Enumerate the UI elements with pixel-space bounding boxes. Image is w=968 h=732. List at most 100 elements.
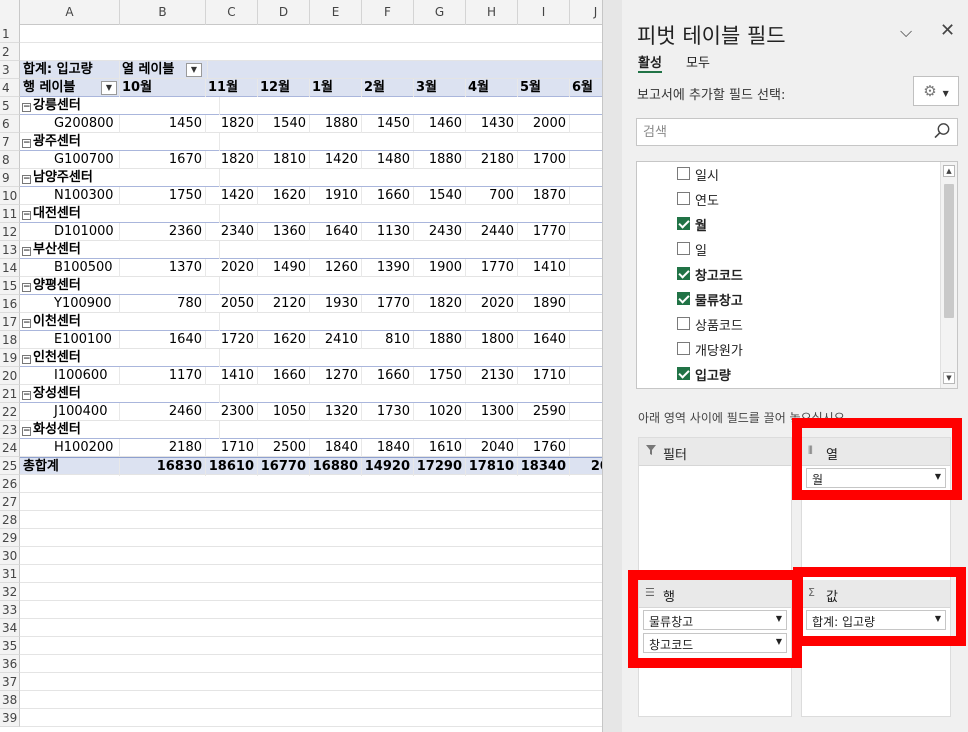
- value-cell[interactable]: 1640: [518, 331, 570, 349]
- value-cell[interactable]: 1880: [414, 331, 466, 349]
- column-header-d[interactable]: D: [258, 0, 310, 25]
- row-header[interactable]: 16: [0, 295, 20, 313]
- values-area[interactable]: Σ 값 합계: 입고량 ▼: [801, 580, 951, 717]
- field-list-scrollbar[interactable]: ▲ ▼: [940, 162, 957, 388]
- row-header[interactable]: 10: [0, 187, 20, 205]
- row-header[interactable]: 22: [0, 403, 20, 421]
- column-header-b[interactable]: B: [120, 0, 206, 25]
- month-header[interactable]: 5월: [518, 79, 570, 97]
- field-list[interactable]: ▲ ▼ 일시 연도 월 일 창고코드 물류창고 상품코드 개당원가 입고량: [636, 161, 958, 389]
- column-header-j[interactable]: J: [570, 0, 602, 25]
- field-checkbox[interactable]: [677, 292, 690, 305]
- row-header[interactable]: 34: [0, 619, 20, 637]
- collapse-icon[interactable]: −: [22, 427, 31, 436]
- column-filter-dropdown-icon[interactable]: ▼: [186, 63, 202, 77]
- field-item[interactable]: 개당원가: [637, 337, 939, 361]
- value-cell[interactable]: 1660: [258, 367, 310, 385]
- value-cell[interactable]: 1420: [310, 151, 362, 169]
- field-item[interactable]: 상품코드: [637, 312, 939, 336]
- value-cell[interactable]: 1390: [362, 259, 414, 277]
- value-cell[interactable]: 1610: [414, 439, 466, 457]
- month-header[interactable]: 4월: [466, 79, 518, 97]
- value-cell[interactable]: 13: [570, 115, 602, 133]
- value-cell[interactable]: 1890: [518, 295, 570, 313]
- value-cell[interactable]: 1370: [120, 259, 206, 277]
- value-cell[interactable]: 1870: [518, 187, 570, 205]
- collapse-icon[interactable]: −: [22, 283, 31, 292]
- value-cell[interactable]: 1710: [206, 439, 258, 457]
- value-cell[interactable]: 14: [570, 367, 602, 385]
- field-item[interactable]: 일: [637, 237, 939, 261]
- row-header[interactable]: 9: [0, 169, 20, 187]
- value-cell[interactable]: 1820: [206, 115, 258, 133]
- value-cell[interactable]: 2360: [120, 223, 206, 241]
- grand-total-cell[interactable]: 18610: [206, 458, 258, 476]
- row-header[interactable]: 32: [0, 583, 20, 601]
- center-name-cell[interactable]: − 양평센터: [20, 277, 220, 295]
- grand-total-cell[interactable]: 18340: [518, 458, 570, 476]
- tab-all[interactable]: 모두: [686, 52, 710, 71]
- chevron-down-icon[interactable]: ▼: [776, 614, 782, 623]
- values-field-chip[interactable]: 합계: 입고량 ▼: [806, 610, 946, 630]
- rows-field-chip-code[interactable]: 창고코드 ▼: [643, 633, 787, 653]
- value-cell[interactable]: 1750: [414, 367, 466, 385]
- grand-total-cell[interactable]: 16830: [120, 458, 206, 476]
- row-header[interactable]: 37: [0, 673, 20, 691]
- center-name-cell[interactable]: − 광주센터: [20, 133, 220, 151]
- grand-total-cell[interactable]: 14920: [362, 458, 414, 476]
- scrollbar-thumb[interactable]: [944, 184, 954, 318]
- row-header[interactable]: 18: [0, 331, 20, 349]
- value-cell[interactable]: 1430: [466, 115, 518, 133]
- month-header[interactable]: 1월: [310, 79, 362, 97]
- value-cell[interactable]: 1800: [466, 331, 518, 349]
- tab-active[interactable]: 활성: [638, 52, 662, 71]
- column-header-f[interactable]: F: [362, 0, 414, 25]
- value-cell[interactable]: 2300: [206, 403, 258, 421]
- column-header-g[interactable]: G: [414, 0, 466, 25]
- row-header[interactable]: 25: [0, 457, 20, 475]
- collapse-icon[interactable]: −: [22, 103, 31, 112]
- field-item[interactable]: 입고량: [637, 362, 939, 386]
- row-header[interactable]: 19: [0, 349, 20, 367]
- value-cell[interactable]: 23: [570, 187, 602, 205]
- row-header[interactable]: 5: [0, 97, 20, 115]
- value-cell[interactable]: 29: [570, 331, 602, 349]
- value-cell[interactable]: 1700: [518, 151, 570, 169]
- value-cell[interactable]: 1760: [518, 439, 570, 457]
- value-cell[interactable]: 2020: [466, 295, 518, 313]
- center-name-cell[interactable]: − 대전센터: [20, 205, 220, 223]
- collapse-icon[interactable]: −: [22, 319, 31, 328]
- row-header[interactable]: 6: [0, 115, 20, 133]
- value-cell[interactable]: 1770: [518, 223, 570, 241]
- row-header[interactable]: 7: [0, 133, 20, 151]
- value-cell[interactable]: 1460: [414, 115, 466, 133]
- value-cell[interactable]: 1540: [414, 187, 466, 205]
- value-cell[interactable]: 1720: [206, 331, 258, 349]
- row-header[interactable]: 24: [0, 439, 20, 457]
- value-cell[interactable]: 2180: [466, 151, 518, 169]
- value-cell[interactable]: 1410: [518, 259, 570, 277]
- row-header[interactable]: 38: [0, 691, 20, 709]
- grand-total-cell[interactable]: 16770: [258, 458, 310, 476]
- value-cell[interactable]: 1480: [362, 151, 414, 169]
- value-cell[interactable]: 20: [570, 439, 602, 457]
- spreadsheet[interactable]: A B C D E F G H I J 1 2 3 4 5 6 7 8 9 10 11 12 13 14 1…: [0, 0, 602, 732]
- month-header[interactable]: 10월: [120, 79, 206, 97]
- value-cell[interactable]: 1770: [362, 295, 414, 313]
- grand-total-cell[interactable]: 200: [570, 458, 602, 476]
- row-header[interactable]: 36: [0, 655, 20, 673]
- row-filter-dropdown-icon[interactable]: ▼: [101, 81, 117, 95]
- value-cell[interactable]: 1540: [258, 115, 310, 133]
- value-cell[interactable]: 1270: [310, 367, 362, 385]
- row-header[interactable]: 39: [0, 709, 20, 727]
- search-icon[interactable]: [933, 122, 951, 140]
- warehouse-code-cell[interactable]: I100600: [20, 367, 120, 385]
- row-header[interactable]: 27: [0, 493, 20, 511]
- row-header[interactable]: 2: [0, 43, 20, 61]
- value-cell[interactable]: 1130: [362, 223, 414, 241]
- value-cell[interactable]: 1360: [258, 223, 310, 241]
- value-cell[interactable]: 1750: [120, 187, 206, 205]
- column-header-h[interactable]: H: [466, 0, 518, 25]
- value-cell[interactable]: 1900: [414, 259, 466, 277]
- chevron-down-icon[interactable]: ▼: [776, 637, 782, 646]
